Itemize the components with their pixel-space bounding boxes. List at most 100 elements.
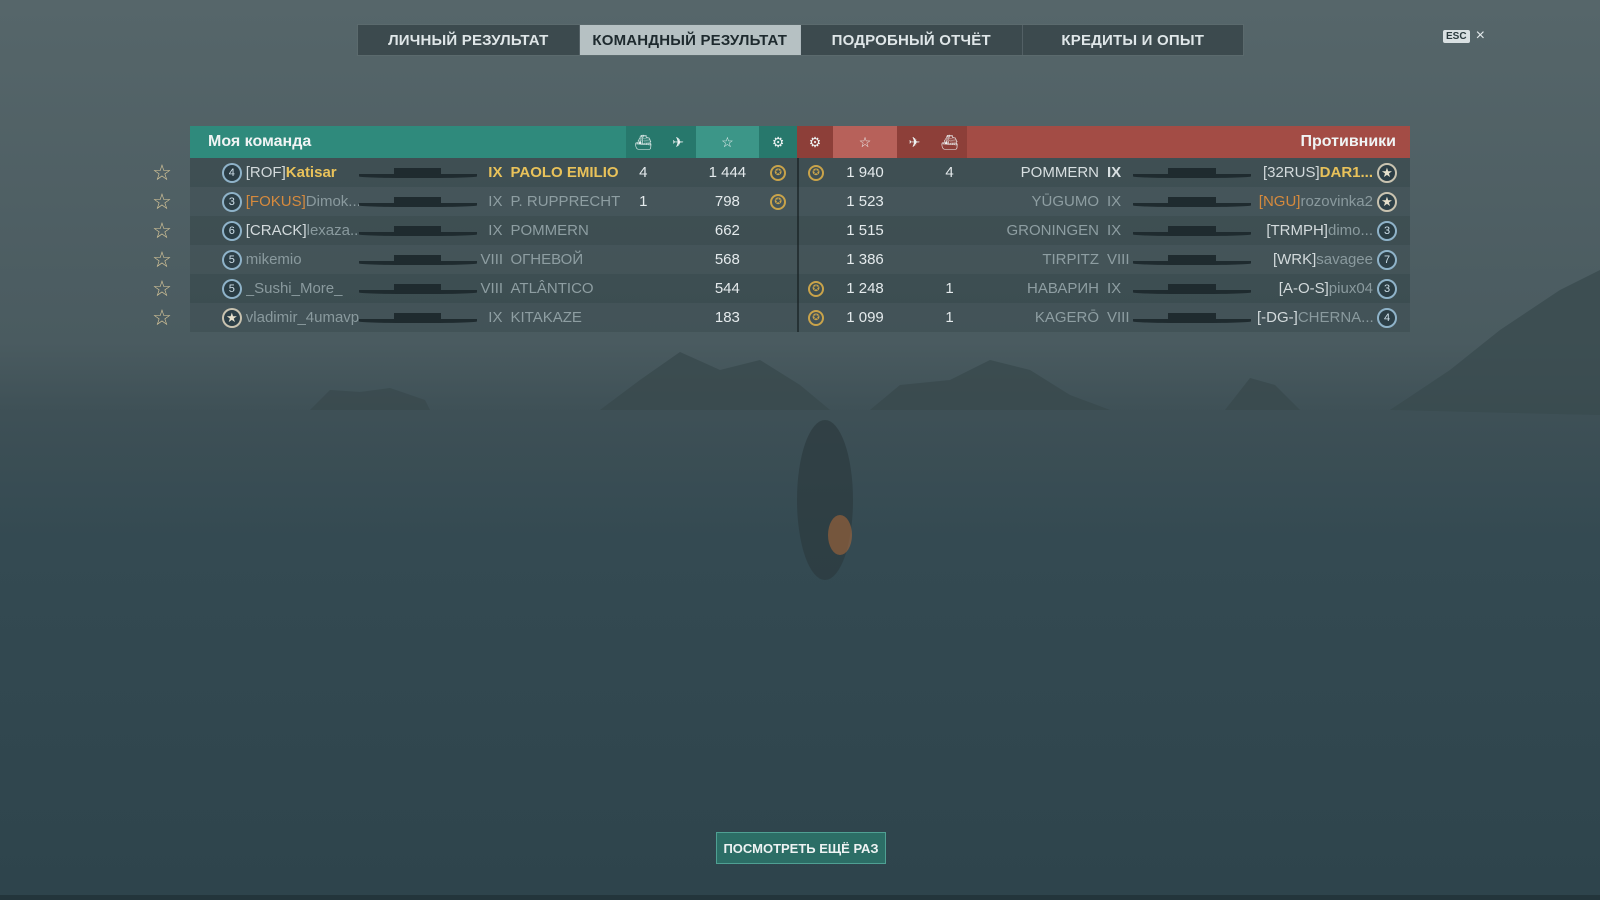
- player-name: vladimir_4umavp: [246, 309, 359, 326]
- plane-shot-icon[interactable]: ✈: [897, 126, 932, 158]
- my-team-row[interactable]: ☆ 6 [CRACK]lexaza... IX POMMERN 662: [152, 216, 797, 245]
- xp-value: 662: [714, 222, 740, 239]
- xp-value: 1 248: [846, 280, 884, 297]
- favorite-star-icon[interactable]: ☆: [150, 277, 174, 301]
- rank-badge-icon: 3: [1377, 220, 1397, 241]
- ship-sunk-icon[interactable]: ⛴: [932, 126, 967, 158]
- enemy-team-row[interactable]: ✪ 1 099 1 KAGERŌ VIII [-DG-]CHERNA... 4: [797, 303, 1410, 332]
- ship-tier: VIII: [1107, 309, 1130, 326]
- my-team-row[interactable]: ☆ 4 [ROF]Katisar IX PAOLO EMILIO 4 1 444 ✪: [152, 158, 797, 187]
- result-tabs: ЛИЧНЫЙ РЕЗУЛЬТАТ КОМАНДНЫЙ РЕЗУЛЬТАТ ПОД…: [357, 24, 1244, 56]
- ship-tier: IX: [1107, 193, 1122, 210]
- clan-tag: [TRMPH]: [1266, 222, 1328, 239]
- star-icon[interactable]: ☆: [833, 126, 897, 158]
- tab-detailed-report[interactable]: ПОДРОБНЫЙ ОТЧЁТ: [801, 25, 1023, 55]
- tab-team-result[interactable]: КОМАНДНЫЙ РЕЗУЛЬТАТ: [579, 25, 801, 55]
- plane-shot-icon[interactable]: ✈: [660, 126, 696, 158]
- medal-cell: ✪: [799, 309, 833, 326]
- ship-silhouette-icon: [1133, 254, 1251, 265]
- rank-badge-icon: 5: [221, 249, 242, 270]
- xp-value: 1 099: [846, 309, 884, 326]
- player-name: [32RUS]DAR1...: [1257, 164, 1373, 181]
- my-team-header: Моя команда ⛴ ✈ ☆ ⚙: [190, 126, 798, 158]
- player-nick: Dimok...: [305, 193, 360, 210]
- rank-badge-icon: 3: [1377, 278, 1397, 299]
- rank-badge-icon: ★: [1377, 191, 1397, 212]
- my-team-row[interactable]: ☆ 3 [FOKUS]Dimok... IX P. RUPPRECHT 1 798 ✪: [152, 187, 797, 216]
- medal-icon[interactable]: ⚙: [797, 126, 833, 158]
- player-nick: lexaza...: [306, 222, 360, 239]
- xp-value: 183: [714, 309, 740, 326]
- enemy-team-row[interactable]: 1 515 GRONINGEN IX [TRMPH]dimo... 3: [797, 216, 1410, 245]
- kills-value: 1: [639, 193, 648, 210]
- medal-icon[interactable]: ⚙: [759, 126, 798, 158]
- kills-value: 1: [945, 309, 954, 326]
- xp-value: 798: [714, 193, 740, 210]
- ship-silhouette-icon: [359, 312, 478, 323]
- rank-badge-icon: 3: [221, 191, 242, 212]
- table-row: ☆ ★ vladimir_4umavp IX KITAKAZE 183 ✪ 1 099 1 KAG…: [152, 303, 1410, 332]
- favorite-star-icon[interactable]: ☆: [150, 248, 174, 272]
- xp-value: 1 386: [846, 251, 884, 268]
- favorite-star-icon[interactable]: ☆: [150, 306, 174, 330]
- enemy-team-row[interactable]: 1 386 TIRPITZ VIII [WRK]savagee 7: [797, 245, 1410, 274]
- ship-name: POMMERN: [1020, 164, 1099, 181]
- ship-tier: VIII: [1107, 251, 1130, 268]
- clan-tag: [NGU]: [1258, 193, 1301, 210]
- my-team-title: Моя команда: [208, 133, 312, 150]
- player-name: [NGU]rozovinka2: [1257, 193, 1373, 210]
- medal-cell: ✪: [759, 193, 797, 210]
- player-nick: _Sushi_More_: [245, 280, 343, 297]
- player-name: [ROF]Katisar: [246, 164, 359, 181]
- ship-tier: VIII: [480, 251, 504, 268]
- enemy-team-row[interactable]: 1 523 YŪGUMO IX [NGU]rozovinka2 ★: [797, 187, 1410, 216]
- favorite-star-icon[interactable]: ☆: [150, 190, 174, 214]
- player-name: [FOKUS]Dimok...: [246, 193, 359, 210]
- kills-value: 4: [639, 164, 648, 181]
- ship-silhouette-icon: [1133, 196, 1251, 207]
- clan-tag: [WRK]: [1272, 251, 1317, 268]
- player-name: [A-O-S]piux04: [1257, 280, 1373, 297]
- ship-name: PAOLO EMILIO: [510, 164, 619, 181]
- my-team-row[interactable]: ☆ 5 mikemio VIII ОГНЕВОЙ 568: [152, 245, 797, 274]
- medal-cell: ✪: [799, 164, 833, 181]
- enemy-team-row[interactable]: ✪ 1 248 1 НАВАРИН IX [A-O-S]piux04 3: [797, 274, 1410, 303]
- close-button[interactable]: ESC ×: [1443, 27, 1485, 45]
- my-team-row[interactable]: ☆ 5 _Sushi_More_ VIII ATLÂNTICO 544: [152, 274, 797, 303]
- player-name: [WRK]savagee: [1257, 251, 1373, 268]
- ship-silhouette-icon: [359, 254, 477, 265]
- player-name: _Sushi_More_: [246, 280, 359, 297]
- clan-tag: [32RUS]: [1262, 164, 1320, 181]
- xp-value: 1 940: [846, 164, 884, 181]
- ship-tier: IX: [1107, 280, 1122, 297]
- clan-tag: [A-O-S]: [1278, 280, 1329, 297]
- ship-name: P. RUPPRECHT: [510, 193, 621, 210]
- table-row: ☆ 5 _Sushi_More_ VIII ATLÂNTICO 544 ✪ 1 248 1 НАВ…: [152, 274, 1410, 303]
- player-name: mikemio: [246, 251, 359, 268]
- player-nick: mikemio: [245, 251, 302, 268]
- replay-button[interactable]: ПОСМОТРЕТЬ ЕЩЁ РАЗ: [716, 832, 886, 864]
- ship-silhouette-icon: [1133, 312, 1251, 323]
- enemy-team-row[interactable]: ✪ 1 940 4 POMMERN IX [32RUS]DAR1... ★: [797, 158, 1410, 187]
- player-name: [-DG-]CHERNA...: [1257, 309, 1373, 326]
- favorite-star-icon[interactable]: ☆: [150, 219, 174, 243]
- tab-personal-result[interactable]: ЛИЧНЫЙ РЕЗУЛЬТАТ: [358, 25, 580, 55]
- table-row: ☆ 4 [ROF]Katisar IX PAOLO EMILIO 4 1 444 ✪ ✪ 1 94…: [152, 158, 1410, 187]
- ship-name: POMMERN: [510, 222, 589, 239]
- my-team-row[interactable]: ☆ ★ vladimir_4umavp IX KITAKAZE 183: [152, 303, 797, 332]
- ship-tier: IX: [1107, 164, 1122, 181]
- rank-badge-icon: 5: [221, 278, 242, 299]
- medal-icon: ✪: [770, 193, 787, 210]
- medal-icon: ✪: [770, 164, 787, 181]
- player-nick: rozovinka2: [1300, 193, 1373, 210]
- ship-silhouette-icon: [1133, 225, 1251, 236]
- scoreboard-rows: ☆ 4 [ROF]Katisar IX PAOLO EMILIO 4 1 444 ✪ ✪ 1 94…: [152, 158, 1410, 332]
- clan-tag: [FOKUS]: [245, 193, 306, 210]
- ship-tier: VIII: [480, 280, 504, 297]
- star-icon[interactable]: ☆: [695, 126, 760, 158]
- favorite-star-icon[interactable]: ☆: [150, 161, 174, 185]
- enemy-team-header: ⚙ ☆ ✈ ⛴ Противники: [797, 126, 1410, 158]
- ship-sunk-icon[interactable]: ⛴: [625, 126, 661, 158]
- tab-credits-xp[interactable]: КРЕДИТЫ И ОПЫТ: [1023, 25, 1244, 55]
- player-nick: Katisar: [285, 164, 337, 181]
